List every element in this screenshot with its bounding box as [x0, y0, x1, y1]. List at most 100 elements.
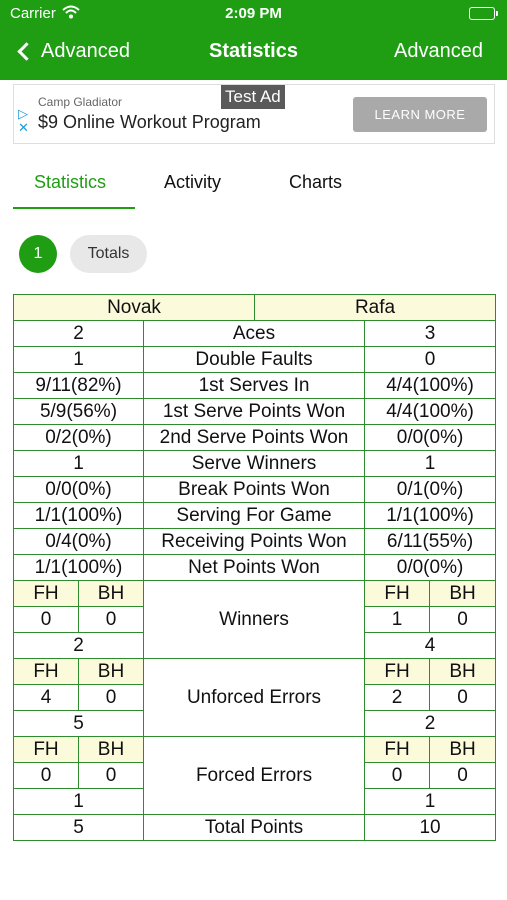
fh-header: FH — [13, 658, 79, 685]
player1-value: 1/1(100%) — [13, 554, 144, 581]
table-row: FH BH Forced Errors FH BH — [13, 736, 497, 815]
stats-table: Novak Rafa 2 Aces 3 1 Double Faults 0 9/… — [12, 294, 497, 841]
table-row: 0/4(0%) Receiving Points Won 6/11(55%) — [13, 528, 497, 555]
stat-label: Receiving Points Won — [142, 528, 366, 555]
player2-value: 0/0(0%) — [364, 554, 497, 581]
table-row: FH BH Unforced Errors FH BH — [13, 658, 497, 737]
player1-bh-value: 0 — [78, 606, 144, 633]
stat-label: 1st Serves In — [142, 372, 366, 399]
player-header-row: Novak Rafa — [12, 294, 497, 321]
tab-charts[interactable]: Charts — [289, 172, 342, 193]
player1-fh-value: 0 — [13, 606, 79, 633]
player1-name: Novak — [12, 294, 256, 321]
bh-header: BH — [429, 736, 497, 763]
player2-total: 2 — [364, 710, 497, 737]
player2-bh-value: 0 — [429, 684, 497, 711]
table-row: 0/0(0%) Break Points Won 0/1(0%) — [13, 476, 497, 503]
player2-bh-value: 0 — [429, 606, 497, 633]
player2-value: 10 — [364, 814, 497, 841]
player1-fh-value: 4 — [13, 684, 79, 711]
test-ad-label: Test Ad — [221, 85, 285, 109]
bh-header: BH — [429, 658, 497, 685]
player1-total: 1 — [13, 788, 144, 815]
stat-label: Break Points Won — [142, 476, 366, 503]
player2-fh-value: 0 — [364, 762, 431, 789]
player2-bh-value: 0 — [429, 762, 497, 789]
player1-value: 0/0(0%) — [13, 476, 144, 503]
active-tab-indicator — [13, 207, 135, 209]
stat-label: Aces — [142, 320, 366, 347]
player1-value: 5 — [13, 814, 144, 841]
stat-label: Net Points Won — [142, 554, 366, 581]
nav-bar: Advanced Statistics Advanced — [0, 28, 507, 80]
player1-value: 1 — [13, 450, 144, 477]
stat-label: Serve Winners — [142, 450, 366, 477]
status-time: 2:09 PM — [225, 5, 282, 22]
table-row: 2 Aces 3 — [13, 320, 497, 347]
player1-value: 0/4(0%) — [13, 528, 144, 555]
player1-value: 1 — [13, 346, 144, 373]
player2-value: 6/11(55%) — [364, 528, 497, 555]
player2-value: 3 — [364, 320, 497, 347]
player2-value: 0/1(0%) — [364, 476, 497, 503]
back-button-label: Advanced — [41, 40, 130, 62]
fh-header: FH — [364, 658, 431, 685]
fh-header: FH — [364, 736, 431, 763]
fh-header: FH — [364, 580, 431, 607]
ad-brand: Camp Gladiator — [38, 95, 123, 109]
player2-name: Rafa — [254, 294, 497, 321]
player2-value: 0/0(0%) — [364, 424, 497, 451]
player1-fh-value: 0 — [13, 762, 79, 789]
table-row: 5/9(56%) 1st Serve Points Won 4/4(100%) — [13, 398, 497, 425]
table-row: FH BH Winners FH BH — [13, 580, 497, 659]
bh-header: BH — [429, 580, 497, 607]
player2-value: 1 — [364, 450, 497, 477]
player1-value: 5/9(56%) — [13, 398, 144, 425]
player1-total: 5 — [13, 710, 144, 737]
table-row: 1 Double Faults 0 — [13, 346, 497, 373]
stat-label: 1st Serve Points Won — [142, 398, 366, 425]
player1-bh-value: 0 — [78, 684, 144, 711]
ad-banner[interactable]: ▷ ✕ Camp Gladiator $9 Online Workout Prog… — [13, 84, 495, 144]
stat-label: Total Points — [142, 814, 366, 841]
stat-label: Forced Errors — [142, 736, 366, 815]
fh-header: FH — [13, 580, 79, 607]
stat-label: Winners — [142, 580, 366, 659]
player1-total: 2 — [13, 632, 144, 659]
player1-bh-value: 0 — [78, 762, 144, 789]
status-bar: Carrier 2:09 PM — [0, 0, 507, 28]
table-row: 5 Total Points 10 — [13, 814, 497, 841]
bh-header: BH — [78, 736, 144, 763]
bh-header: BH — [78, 580, 144, 607]
player1-value: 2 — [13, 320, 144, 347]
bh-header: BH — [78, 658, 144, 685]
tab-activity[interactable]: Activity — [164, 172, 221, 193]
fh-header: FH — [13, 736, 79, 763]
player2-fh-value: 1 — [364, 606, 431, 633]
adchoices-icon[interactable]: ▷ ✕ — [18, 107, 30, 139]
player2-value: 4/4(100%) — [364, 372, 497, 399]
tab-statistics[interactable]: Statistics — [34, 172, 106, 193]
table-row: 0/2(0%) 2nd Serve Points Won 0/0(0%) — [13, 424, 497, 451]
advanced-button[interactable]: Advanced — [394, 40, 483, 63]
table-row: 1/1(100%) Net Points Won 0/0(0%) — [13, 554, 497, 581]
back-button[interactable]: Advanced — [14, 40, 130, 63]
player1-value: 1/1(100%) — [13, 502, 144, 529]
player2-total: 1 — [364, 788, 497, 815]
player1-value: 0/2(0%) — [13, 424, 144, 451]
player2-value: 0 — [364, 346, 497, 373]
stat-label: Serving For Game — [142, 502, 366, 529]
table-row: 1/1(100%) Serving For Game 1/1(100%) — [13, 502, 497, 529]
player2-value: 1/1(100%) — [364, 502, 497, 529]
player1-value: 9/11(82%) — [13, 372, 144, 399]
learn-more-button[interactable]: LEARN MORE — [353, 97, 487, 132]
totals-filter[interactable]: Totals — [70, 235, 147, 273]
chevron-left-icon — [17, 42, 36, 61]
battery-icon — [469, 7, 498, 20]
stat-label: Unforced Errors — [142, 658, 366, 737]
stat-label: 2nd Serve Points Won — [142, 424, 366, 451]
stat-label: Double Faults — [142, 346, 366, 373]
ad-headline: $9 Online Workout Program — [38, 112, 261, 132]
set-1-filter[interactable]: 1 — [19, 235, 57, 273]
player2-total: 4 — [364, 632, 497, 659]
